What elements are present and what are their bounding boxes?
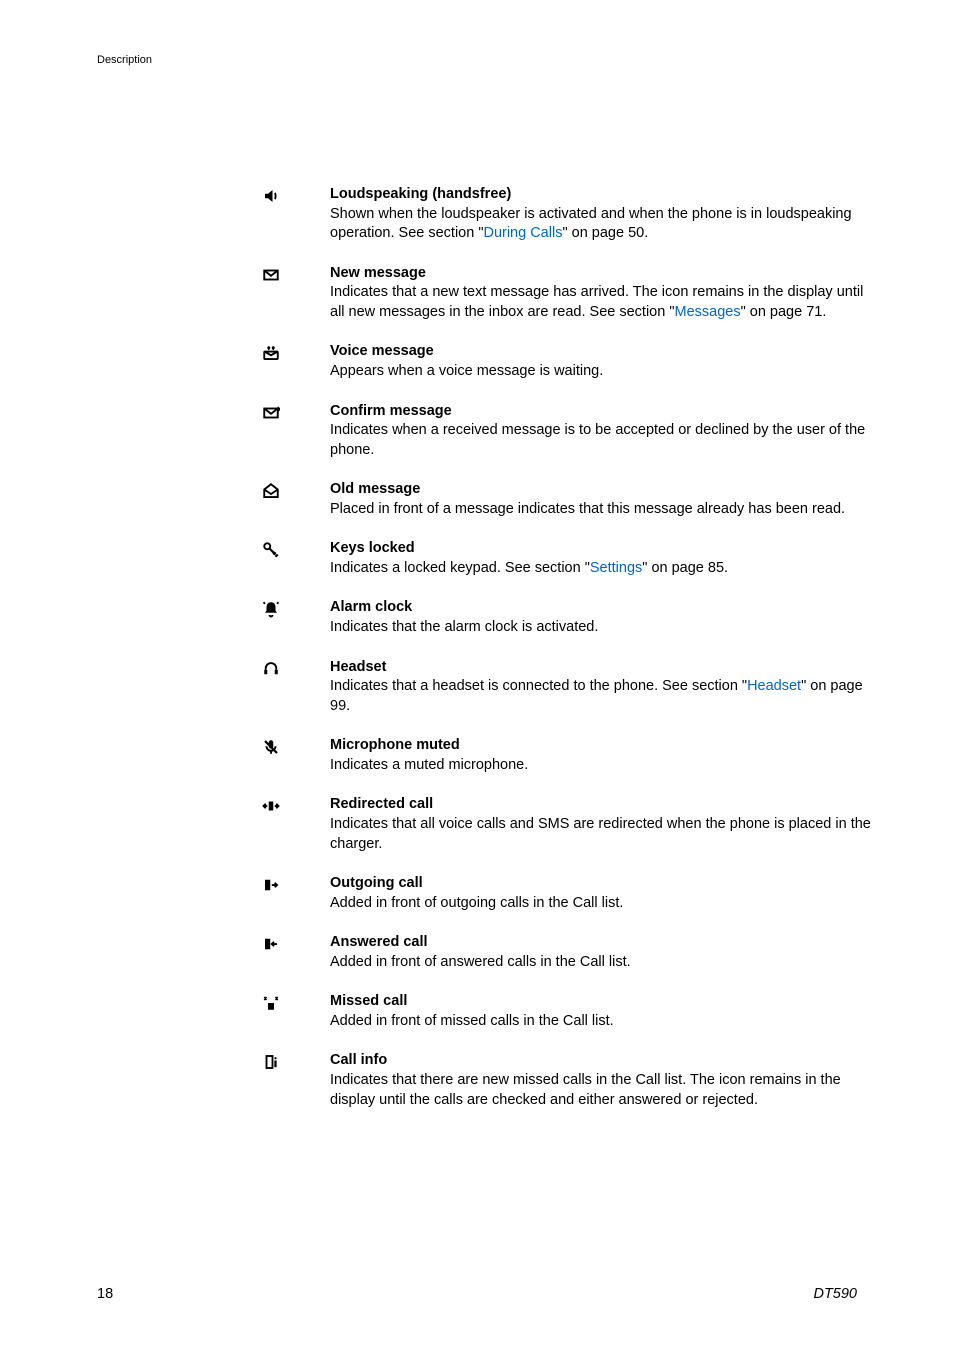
keys-locked-desc: " on page 85. <box>642 560 728 576</box>
answered-call-title: Answered call <box>330 934 428 950</box>
icon-entry-call-info: Call info Indicates that there are new mi… <box>262 1051 872 1110</box>
icon-entry-answered-call: Answered call Added in front of answered … <box>262 933 872 972</box>
confirm-message-title: Confirm message <box>330 403 452 419</box>
info-icon <box>262 1053 280 1071</box>
old-message-text: Old message Placed in front of a message … <box>330 480 872 519</box>
icon-entry-missed-call: Missed call Added in front of missed call… <box>262 992 872 1031</box>
call-info-title: Call info <box>330 1052 387 1068</box>
voice-message-icon-col <box>262 342 330 362</box>
old-message-desc: Placed in front of a message indicates t… <box>330 501 845 517</box>
microphone-muted-title: Microphone muted <box>330 737 460 753</box>
outgoing-call-icon-col <box>262 874 330 894</box>
alarm-clock-desc: Indicates that the alarm clock is activa… <box>330 619 598 635</box>
new-message-text: New messageIndicates that a new text mes… <box>330 264 872 323</box>
open-envelope-icon <box>262 482 280 500</box>
redirected-call-title: Redirected call <box>330 796 433 812</box>
new-message-desc: " on page 71. <box>741 304 827 320</box>
loudspeaking-desc: " on page 50. <box>562 225 648 241</box>
redirected-call-desc: Indicates that all voice calls and SMS a… <box>330 816 871 852</box>
missed-call-title: Missed call <box>330 993 407 1009</box>
answered-call-icon-col <box>262 933 330 953</box>
keys-locked-desc: Indicates a locked keypad. See section " <box>330 560 590 576</box>
page-number: 18 <box>97 1286 113 1302</box>
confirm-message-icon-col <box>262 402 330 422</box>
keys-locked-text: Keys locked Indicates a locked keypad. Se… <box>330 539 872 578</box>
new-message-link[interactable]: Messages <box>674 304 740 320</box>
headset-icon <box>262 660 280 678</box>
loudspeaking-title: Loudspeaking (handsfree) <box>330 186 511 202</box>
icon-entry-confirm-message: Confirm message Indicates when a received… <box>262 402 872 461</box>
call-info-text: Call info Indicates that there are new mi… <box>330 1051 872 1110</box>
icon-entry-redirected-call: Redirected call Indicates that all voice … <box>262 795 872 854</box>
redirected-call-icon-col <box>262 795 330 815</box>
icon-entry-loudspeaking: Loudspeaking (handsfree)Shown when the l… <box>262 185 872 244</box>
loudspeaking-icon-col <box>262 185 330 205</box>
confirm-message-icon <box>262 404 280 422</box>
answered-call-text: Answered call Added in front of answered … <box>330 933 872 972</box>
headset-title: Headset <box>330 659 386 675</box>
redirect-icon <box>262 797 280 815</box>
missed-call-text: Missed call Added in front of missed call… <box>330 992 872 1031</box>
headset-text: HeadsetIndicates that a headset is conne… <box>330 658 872 717</box>
call-info-icon-col <box>262 1051 330 1071</box>
mic-muted-icon <box>262 738 280 756</box>
alarm-clock-text: Alarm clock Indicates that the alarm cloc… <box>330 598 872 637</box>
microphone-muted-text: Microphone muted Indicates a muted microp… <box>330 736 872 775</box>
voice-message-desc: Appears when a voice message is waiting. <box>330 363 603 379</box>
loudspeaking-text: Loudspeaking (handsfree)Shown when the l… <box>330 185 872 244</box>
new-message-icon-col <box>262 264 330 284</box>
bell-icon <box>262 600 280 618</box>
missed-call-icon-col <box>262 992 330 1012</box>
loudspeaking-link[interactable]: During Calls <box>483 225 562 241</box>
icon-entry-keys-locked: Keys locked Indicates a locked keypad. Se… <box>262 539 872 578</box>
outgoing-call-text: Outgoing call Added in front of outgoing … <box>330 874 872 913</box>
microphone-muted-desc: Indicates a muted microphone. <box>330 757 528 773</box>
icon-entry-alarm-clock: Alarm clock Indicates that the alarm cloc… <box>262 598 872 637</box>
content-list: Loudspeaking (handsfree)Shown when the l… <box>262 185 872 1130</box>
speaker-icon <box>262 187 280 205</box>
answered-icon <box>262 935 280 953</box>
confirm-message-text: Confirm message Indicates when a received… <box>330 402 872 461</box>
keys-locked-link[interactable]: Settings <box>590 560 642 576</box>
model-number: DT590 <box>813 1286 857 1302</box>
key-icon <box>262 541 280 559</box>
voice-message-icon <box>262 344 280 362</box>
voice-message-text: Voice message Appears when a voice messag… <box>330 342 872 381</box>
call-info-desc: Indicates that there are new missed call… <box>330 1072 841 1108</box>
header-section: Description <box>97 54 152 66</box>
alarm-clock-icon-col <box>262 598 330 618</box>
confirm-message-desc: Indicates when a received message is to … <box>330 422 865 458</box>
outgoing-call-desc: Added in front of outgoing calls in the … <box>330 895 623 911</box>
icon-entry-new-message: New messageIndicates that a new text mes… <box>262 264 872 323</box>
outgoing-icon <box>262 876 280 894</box>
icon-entry-outgoing-call: Outgoing call Added in front of outgoing … <box>262 874 872 913</box>
headset-icon-col <box>262 658 330 678</box>
answered-call-desc: Added in front of answered calls in the … <box>330 954 631 970</box>
icon-entry-voice-message: Voice message Appears when a voice messag… <box>262 342 872 381</box>
keys-locked-title: Keys locked <box>330 540 415 556</box>
keys-locked-icon-col <box>262 539 330 559</box>
missed-call-desc: Added in front of missed calls in the Ca… <box>330 1013 614 1029</box>
headset-link[interactable]: Headset <box>747 678 801 694</box>
old-message-title: Old message <box>330 481 420 497</box>
icon-entry-headset: HeadsetIndicates that a headset is conne… <box>262 658 872 717</box>
icon-entry-old-message: Old message Placed in front of a message … <box>262 480 872 519</box>
redirected-call-text: Redirected call Indicates that all voice … <box>330 795 872 854</box>
outgoing-call-title: Outgoing call <box>330 875 423 891</box>
missed-icon <box>262 994 280 1012</box>
alarm-clock-title: Alarm clock <box>330 599 412 615</box>
voice-message-title: Voice message <box>330 343 434 359</box>
headset-desc: Indicates that a headset is connected to… <box>330 678 747 694</box>
new-message-title: New message <box>330 265 426 281</box>
envelope-icon <box>262 266 280 284</box>
icon-entry-microphone-muted: Microphone muted Indicates a muted microp… <box>262 736 872 775</box>
microphone-muted-icon-col <box>262 736 330 756</box>
old-message-icon-col <box>262 480 330 500</box>
